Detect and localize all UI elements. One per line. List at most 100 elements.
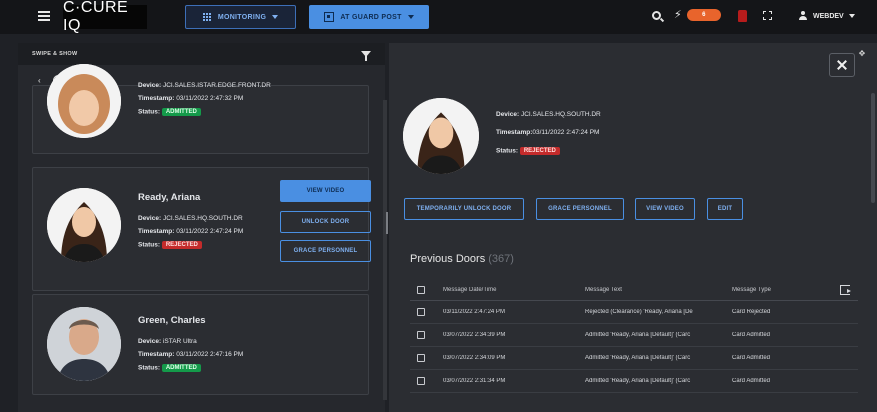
timestamp-label: Timestamp: [138, 228, 175, 235]
previous-doors-title: Previous Doors (367) [410, 253, 514, 265]
at-guard-post-dropdown[interactable]: AT GUARD POST [309, 5, 429, 29]
timestamp-value: 03/11/2022 2:47:24 PM [176, 228, 244, 235]
timestamp-value: 03/11/2022 2:47:16 PM [176, 351, 244, 358]
cell-text: Rejected (Clearance) 'Ready, Ariana [De [585, 309, 693, 315]
grace-personnel-button[interactable]: GRACE PERSONNEL [280, 240, 371, 262]
timestamp-value: 03/11/2022 2:47:32 PM [176, 95, 244, 102]
device-label: Device: [496, 111, 520, 118]
status-label: Status: [496, 147, 519, 155]
resize-icon[interactable]: ✥ [857, 49, 867, 59]
cell-date: 03/07/2022 2:34:39 PM [443, 332, 506, 338]
menu-icon[interactable] [38, 11, 50, 21]
cell-type: Card Rejected [732, 309, 771, 315]
row-checkbox[interactable] [417, 308, 425, 316]
guard-post-icon [324, 12, 335, 22]
expand-icon[interactable] [763, 11, 772, 20]
timestamp-label: Timestamp: [138, 95, 175, 102]
row-checkbox[interactable] [417, 354, 425, 362]
chevron-down-icon [407, 15, 414, 19]
previous-icon[interactable]: ‹ [38, 76, 41, 85]
status-badge: REJECTED [161, 241, 202, 249]
alert-count-badge: 6 [686, 9, 721, 21]
event-detail-panel: ✥ Device: JCI.SALES.HQ.SOUTH.DR Timestam… [389, 43, 877, 412]
person-name: Ready, Ariana [138, 192, 201, 203]
bolt-icon: ⚡ [674, 8, 682, 21]
cell-type: Card Admitted [732, 355, 771, 361]
top-bar: C·CURE IQ MONITORING AT GUARD POST ⚡ 6 W… [0, 0, 877, 34]
card-info: Ready, Ariana Device: JCI.SALES.HQ.SOUTH… [138, 192, 243, 255]
edit-button[interactable]: EDIT [707, 198, 743, 220]
previous-doors-count: (367) [488, 253, 514, 265]
user-icon [798, 11, 808, 21]
close-button[interactable] [829, 53, 855, 77]
cell-date: 03/07/2022 2:34:09 PM [443, 355, 506, 361]
temporarily-unlock-door-button[interactable]: TEMPORARILY UNLOCK DOOR [404, 198, 524, 220]
cell-date: 03/11/2022 2:47:24 PM [443, 309, 505, 315]
panel-title: SWIPE & SHOW [32, 51, 78, 57]
column-header[interactable]: Message Text [585, 287, 729, 293]
grace-personnel-button[interactable]: GRACE PERSONNEL [536, 198, 624, 220]
card-info: Device: JCI.SALES.ISTAR.EDGE.FRONT.DR Ti… [138, 82, 271, 122]
view-video-button[interactable]: VIEW VIDEO [635, 198, 695, 220]
person-name: Green, Charles [138, 315, 206, 326]
status-badge: REJECTED [519, 147, 560, 155]
panel-splitter[interactable] [383, 100, 387, 400]
detail-avatar [403, 98, 479, 174]
device-value: JCI.SALES.ISTAR.EDGE.FRONT.DR [162, 82, 271, 89]
chevron-down-icon [848, 14, 855, 18]
column-header[interactable]: Message Date/Time [443, 287, 585, 293]
timestamp-label: Timestamp: [138, 351, 175, 358]
view-video-button[interactable]: VIEW VIDEO [280, 180, 371, 202]
cell-type: Card Admitted [732, 378, 771, 384]
row-checkbox[interactable] [417, 377, 425, 385]
event-card[interactable]: Ready, Ariana Device: JCI.SALES.HQ.SOUTH… [32, 167, 371, 291]
status-label: Status: [138, 364, 161, 372]
avatar [47, 307, 121, 381]
card-info: Green, Charles Device: iSTAR Ultra Times… [138, 315, 243, 378]
avatar [47, 188, 121, 262]
cell-text: Admitted 'Ready, Ariana [Default]' (Carc [585, 378, 691, 384]
previous-doors-label: Previous Doors [410, 253, 486, 265]
device-value: JCI.SALES.HQ.SOUTH.DR [162, 215, 243, 222]
device-label: Device: [138, 215, 162, 222]
app-logo: C·CURE IQ [63, 0, 147, 34]
cell-text: Admitted 'Ready, Ariana [Default]' (Carc [585, 332, 691, 338]
table-row[interactable]: 03/07/2022 2:34:39 PM Admitted 'Ready, A… [410, 324, 858, 347]
chevron-down-icon [272, 15, 279, 19]
search-icon[interactable] [652, 11, 661, 20]
panel-header: SWIPE & SHOW [18, 43, 385, 65]
table-row[interactable]: 03/07/2022 2:34:09 PM Admitted 'Ready, A… [410, 347, 858, 370]
unlock-door-button[interactable]: UNLOCK DOOR [280, 211, 371, 233]
close-icon [837, 60, 847, 70]
export-icon[interactable] [840, 284, 851, 295]
monitoring-label: MONITORING [217, 13, 267, 21]
previous-doors-table: Message Date/Time Message Text Message T… [410, 279, 858, 393]
scrollbar[interactable] [871, 93, 875, 203]
filter-icon[interactable] [361, 51, 371, 61]
user-name: WEBDEV [813, 12, 844, 20]
row-checkbox[interactable] [417, 331, 425, 339]
alerts-indicator[interactable]: ⚡ 6 [674, 9, 721, 21]
event-card[interactable]: Device: JCI.SALES.ISTAR.EDGE.FRONT.DR Ti… [32, 64, 369, 154]
guard-label: AT GUARD POST [340, 13, 402, 21]
monitoring-dropdown[interactable]: MONITORING [185, 5, 296, 29]
table-row[interactable]: 03/07/2022 2:31:34 PM Admitted 'Ready, A… [410, 370, 858, 393]
splitter-grip[interactable] [386, 212, 388, 234]
column-header[interactable]: Message Type [732, 287, 832, 293]
device-value: iSTAR Ultra [162, 338, 197, 345]
event-card[interactable]: Green, Charles Device: iSTAR Ultra Times… [32, 294, 369, 395]
swipe-and-show-panel: SWIPE & SHOW ‹ › Device: JCI.SALES.ISTAR… [18, 43, 385, 412]
table-row[interactable]: 03/11/2022 2:47:24 PM Rejected (Clearanc… [410, 301, 858, 324]
device-value: JCI.SALES.HQ.SOUTH.DR [520, 111, 601, 118]
device-label: Device: [138, 338, 162, 345]
cell-text: Admitted 'Ready, Ariana [Default]' (Carc [585, 355, 691, 361]
user-menu[interactable]: WEBDEV [798, 11, 855, 21]
status-badge: ADMITTED [161, 364, 201, 372]
avatar [47, 64, 121, 138]
detail-info: Device: JCI.SALES.HQ.SOUTH.DR Timestamp:… [496, 111, 601, 166]
status-label: Status: [138, 108, 161, 116]
select-all-checkbox[interactable] [417, 285, 425, 294]
bell-icon[interactable] [738, 10, 747, 22]
timestamp-value: 03/11/2022 2:47:24 PM [532, 129, 600, 136]
grid-icon [202, 12, 212, 22]
